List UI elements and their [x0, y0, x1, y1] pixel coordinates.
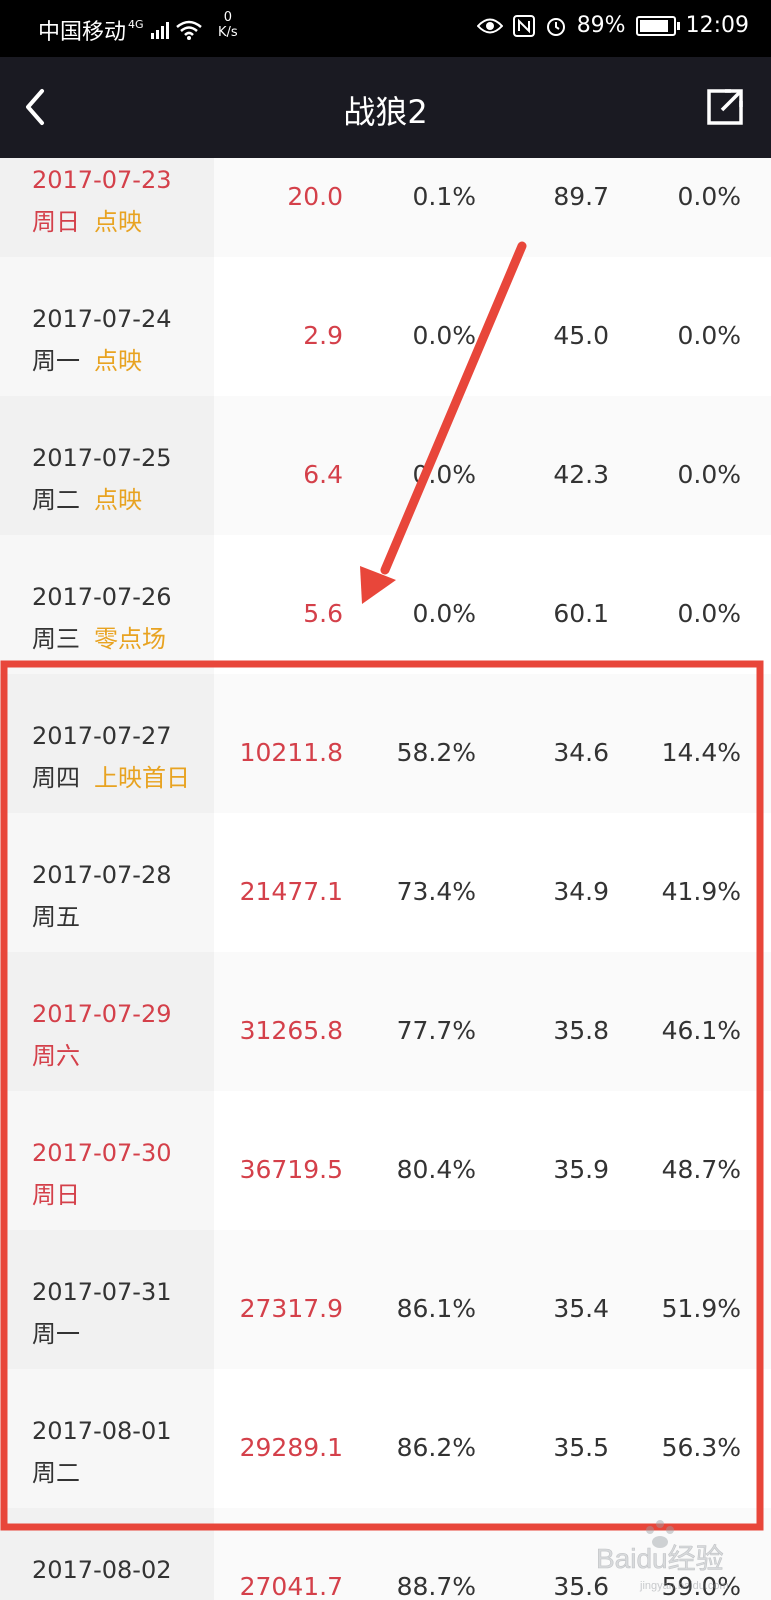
- annotation-overlay: Baidu经验 jingyan.baidu.com: [0, 241, 764, 1592]
- highlight-rectangle: [0, 660, 764, 1531]
- baidu-watermark: Baidu经验 jingyan.baidu.com: [596, 1520, 729, 1592]
- watermark-text: Baidu经验: [596, 1543, 724, 1574]
- watermark-url: jingyan.baidu.com: [639, 1580, 729, 1592]
- annotation-arrow: [380, 241, 527, 575]
- annotation-arrowhead: [360, 566, 396, 604]
